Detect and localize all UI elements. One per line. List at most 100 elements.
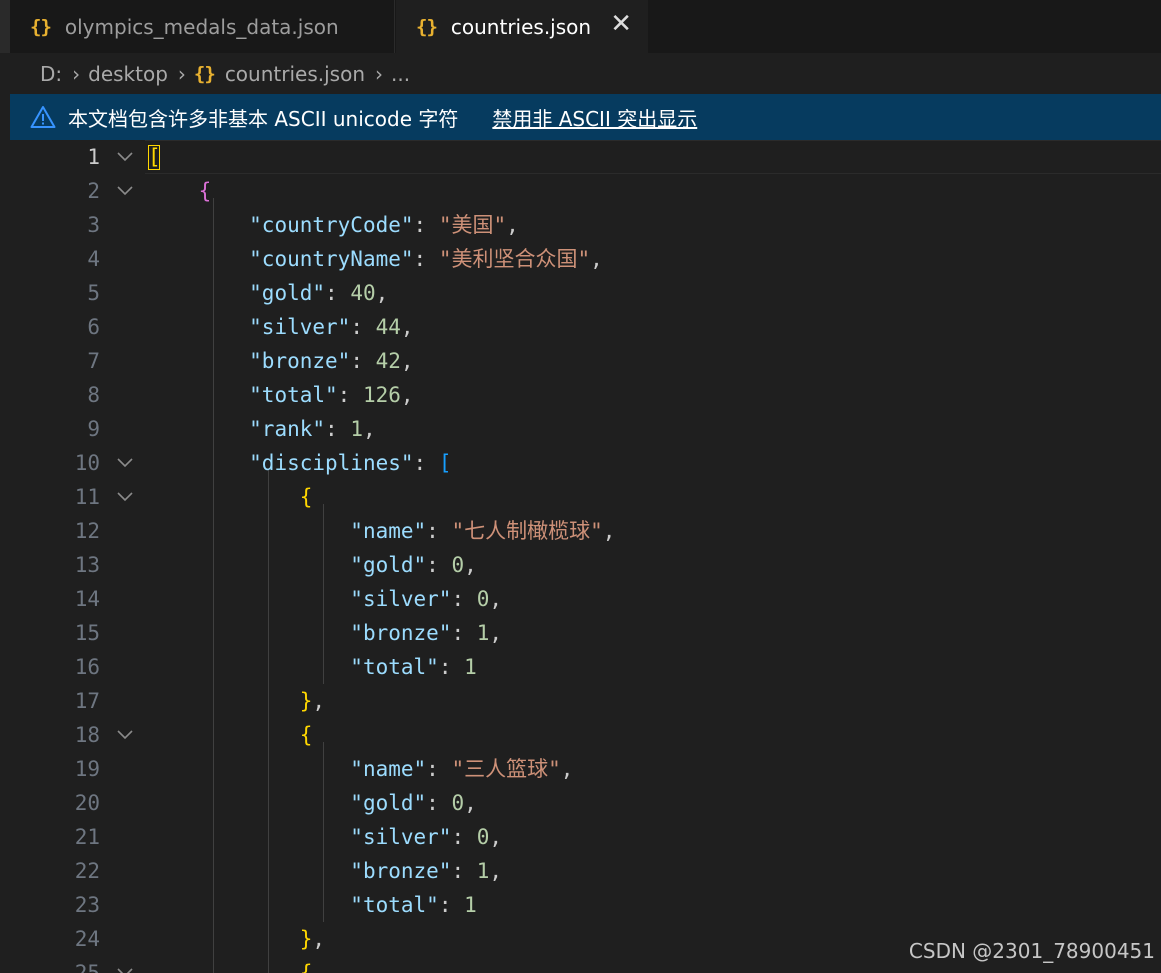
banner-message: 本文档包含许多非基本 ASCII unicode 字符 [68,106,459,131]
line-number: 8 [87,383,100,407]
breadcrumb-more[interactable]: ... [391,62,410,86]
close-icon[interactable]: ✕ [610,9,632,39]
code-line[interactable]: 22 "bronze": 1, [10,854,1161,888]
fold-chevron-icon[interactable] [115,174,135,208]
fold-chevron-icon[interactable] [115,956,135,973]
fold-chevron-icon[interactable] [115,718,135,752]
line-number: 2 [87,179,100,203]
code-text: "countryName": "美利坚合众国", [148,242,603,276]
tab-countries[interactable]: {} countries.json ✕ [396,0,648,53]
disable-highlight-link[interactable]: 禁用非 ASCII 突出显示 [492,103,697,132]
fold-chevron-icon[interactable] [115,480,135,514]
code-text: "gold": 40, [148,276,388,310]
bracket: [ [148,145,161,169]
code-line[interactable]: 16 "total": 1 [10,650,1161,684]
breadcrumb-file[interactable]: countries.json [225,62,365,86]
code-editor[interactable]: 1[2 {3 "countryCode": "美国", 4 "countryNam… [10,140,1161,973]
breadcrumb-drive[interactable]: D: [40,62,62,86]
code-line[interactable]: 11 { [10,480,1161,514]
json-key: "disciplines" [249,451,414,475]
watermark: CSDN @2301_78900451 [908,939,1155,963]
code-text: { [148,480,313,514]
code-line[interactable]: 14 "silver": 0, [10,582,1161,616]
code-line[interactable]: 1[ [10,140,1161,174]
line-number: 17 [74,689,100,713]
code-line[interactable]: 7 "bronze": 42, [10,344,1161,378]
json-key: "name" [350,757,427,781]
punctuation: : [350,349,376,373]
code-line[interactable]: 4 "countryName": "美利坚合众国", [10,242,1161,276]
code-line[interactable]: 18 { [10,718,1161,752]
chevron-right-icon: › [72,61,81,86]
breadcrumb-folder[interactable]: desktop [88,62,168,86]
tab-bar-gutter [0,0,10,53]
line-number: 1 [87,145,100,169]
chevron-right-icon: › [375,61,383,86]
punctuation: : [413,451,439,475]
code-text: "name": "三人篮球", [148,752,573,786]
punctuation: : [325,417,351,441]
code-line[interactable]: 9 "rank": 1, [10,412,1161,446]
json-key: "gold" [249,281,326,305]
punctuation: : [413,213,439,237]
code-line[interactable]: 6 "silver": 44, [10,310,1161,344]
code-text: "countryCode": "美国", [148,208,519,242]
code-line[interactable]: 8 "total": 126, [10,378,1161,412]
code-text: { [148,956,313,973]
json-key: "silver" [249,315,351,339]
code-line[interactable]: 5 "gold": 40, [10,276,1161,310]
code-text: "disciplines": [ [148,446,451,480]
fold-chevron-icon[interactable] [115,140,135,174]
line-number: 5 [87,281,100,305]
code-line[interactable]: 3 "countryCode": "美国", [10,208,1161,242]
punctuation: : [426,757,452,781]
punctuation: , [362,417,376,441]
bracket: { [299,961,313,973]
code-line[interactable]: 17 }, [10,684,1161,718]
code-text: { [148,718,313,752]
json-string: "三人篮球" [451,757,561,781]
code-line[interactable]: 12 "name": "七人制橄榄球", [10,514,1161,548]
punctuation: : [337,383,363,407]
code-text: { [148,174,212,208]
json-number: 126 [362,383,401,407]
code-text: [ [148,140,161,174]
code-line[interactable]: 23 "total": 1 [10,888,1161,922]
json-file-icon: {} [30,15,52,38]
code-line[interactable]: 20 "gold": 0, [10,786,1161,820]
punctuation: , [400,349,414,373]
json-number: 0 [476,587,490,611]
line-number: 12 [74,519,100,543]
punctuation: , [506,213,519,237]
punctuation: : [325,281,351,305]
json-number: 44 [375,315,401,339]
fold-chevron-icon[interactable] [115,446,135,480]
code-line[interactable]: 10 "disciplines": [ [10,446,1161,480]
punctuation: : [451,859,477,883]
json-key: "name" [350,519,427,543]
line-number: 21 [74,825,100,849]
tab-olympics-medals-data[interactable]: {} olympics_medals_data.json [10,0,395,53]
punctuation: , [464,791,477,815]
punctuation: , [489,621,503,645]
code-line[interactable]: 15 "bronze": 1, [10,616,1161,650]
json-key: "silver" [350,825,452,849]
code-line[interactable]: 19 "name": "三人篮球", [10,752,1161,786]
code-line[interactable]: 13 "gold": 0, [10,548,1161,582]
json-key: "total" [249,383,338,407]
line-number: 7 [87,349,100,373]
json-key: "silver" [350,587,452,611]
code-line[interactable]: 21 "silver": 0, [10,820,1161,854]
punctuation: : [451,621,477,645]
json-key: "total" [350,893,439,917]
json-number: 1 [464,655,477,679]
code-line[interactable]: 2 { [10,174,1161,208]
